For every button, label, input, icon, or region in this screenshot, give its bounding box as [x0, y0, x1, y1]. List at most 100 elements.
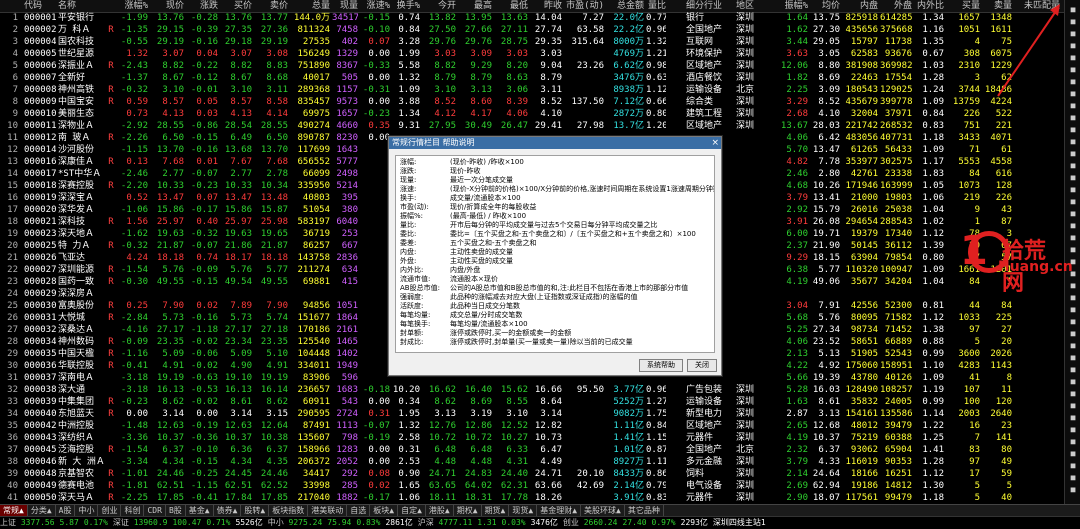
- toolbar-icon[interactable]: ■: [1068, 330, 1078, 338]
- column-header[interactable]: 卖价: [254, 0, 288, 12]
- column-header[interactable]: 换手%: [392, 0, 420, 12]
- toolbar-icon[interactable]: ■: [1068, 162, 1078, 170]
- toolbar-icon[interactable]: ■: [1068, 6, 1078, 14]
- toolbar-icon[interactable]: ■: [1068, 198, 1078, 206]
- column-header[interactable]: 涨幅%: [116, 0, 148, 12]
- column-header[interactable]: 总量: [290, 0, 330, 12]
- table-row[interactable]: 5 000006 深振业Ａ R -2.43 8.82 -0.22 8.82 8.83 751890…: [0, 60, 1064, 72]
- table-row[interactable]: 10 000011 深物业Ａ -2.92 28.55 -0.86 28.54 28.55 490…: [0, 120, 1064, 132]
- column-header[interactable]: 现量: [332, 0, 358, 12]
- toolbar-icon[interactable]: ■: [1068, 30, 1078, 38]
- toolbar-icon[interactable]: ■: [1068, 222, 1078, 230]
- toolbar-icon[interactable]: ■: [1068, 402, 1078, 410]
- table-row[interactable]: 1 000001 平安银行 -1.99 13.76 -0.28 13.76 13.77 144.…: [0, 12, 1064, 24]
- table-row[interactable]: 4 000005 世纪星源 1.32 3.07 0.04 3.07 3.08 156249 132…: [0, 48, 1064, 60]
- table-cell: 2.14亿: [613, 481, 644, 491]
- toolbar-icon[interactable]: ■: [1068, 126, 1078, 134]
- column-header[interactable]: 量比: [646, 0, 666, 12]
- column-header[interactable]: 振幅%: [776, 0, 808, 12]
- table-cell: 17340: [884, 229, 912, 239]
- toolbar-icon[interactable]: ■: [1068, 486, 1078, 494]
- toolbar-icon[interactable]: ■: [1068, 234, 1078, 242]
- column-header[interactable]: 最低: [494, 0, 528, 12]
- table-row[interactable]: 2 000002 万 科Ａ R -1.35 29.15 -0.39 27.35 27.36 811…: [0, 24, 1064, 36]
- toolbar-icon[interactable]: ■: [1068, 366, 1078, 374]
- toolbar-icon[interactable]: ■: [1068, 438, 1078, 446]
- toolbar-icon[interactable]: ■: [1068, 354, 1078, 362]
- column-header[interactable]: 均价: [810, 0, 840, 12]
- table-cell: 0.52: [126, 193, 148, 203]
- toolbar-icon[interactable]: ■: [1068, 318, 1078, 326]
- toolbar-icon[interactable]: ■: [1068, 462, 1078, 470]
- column-header[interactable]: 买量: [946, 0, 980, 12]
- toolbar-icon[interactable]: ■: [1068, 414, 1078, 422]
- toolbar-icon[interactable]: ■: [1068, 42, 1078, 50]
- help-term: 流通市值:: [400, 275, 431, 283]
- table-row[interactable]: 34 000040 东旭蓝天 R 0.00 3.14 0.00 3.14 3.15 290595 2…: [0, 408, 1064, 420]
- column-header[interactable]: 涨速%: [360, 0, 390, 12]
- toolbar-icon[interactable]: ■: [1068, 210, 1078, 218]
- toolbar-icon[interactable]: ■: [1068, 114, 1078, 122]
- table-cell: -0.16: [190, 313, 218, 323]
- table-row[interactable]: 7 000008 神州高铁 R -0.32 3.10 -0.01 3.10 3.11 289368…: [0, 84, 1064, 96]
- toolbar-icon[interactable]: ■: [1068, 138, 1078, 146]
- table-row[interactable]: 9 000010 美丽生态 0.73 4.13 0.03 4.13 4.14 69975 1657…: [0, 108, 1064, 120]
- close-button[interactable]: 关闭: [687, 359, 717, 372]
- table-row[interactable]: 33 000039 中集集团 R -0.23 8.62 -0.02 8.61 8.62 60911…: [0, 396, 1064, 408]
- column-header[interactable]: 最高: [458, 0, 492, 12]
- toolbar-icon[interactable]: ■: [1068, 186, 1078, 194]
- column-header[interactable]: 市盈(动): [564, 0, 604, 12]
- toolbar-icon[interactable]: ■: [1068, 426, 1078, 434]
- toolbar-icon[interactable]: ■: [1068, 306, 1078, 314]
- column-header[interactable]: 总金额: [606, 0, 644, 12]
- column-header[interactable]: [0, 0, 18, 12]
- column-header[interactable]: 昨收: [530, 0, 562, 12]
- table-cell: [106, 72, 116, 84]
- toolbar-icon[interactable]: ■: [1068, 102, 1078, 110]
- table-cell: 48012: [850, 421, 878, 431]
- column-header[interactable]: 买价: [220, 0, 252, 12]
- toolbar-icon[interactable]: ■: [1068, 450, 1078, 458]
- column-header[interactable]: 涨跌: [186, 0, 218, 12]
- table-row[interactable]: 41 000050 深天马Ａ R -2.25 17.85 -0.41 17.84 17.85 21…: [0, 492, 1064, 504]
- toolbar-icon[interactable]: ■: [1068, 54, 1078, 62]
- toolbar-icon[interactable]: ■: [1068, 282, 1078, 290]
- toolbar-icon[interactable]: ■: [1068, 90, 1078, 98]
- table-row[interactable]: 40 000049 德赛电池 R -1.81 62.51 -1.15 62.51 62.52 33…: [0, 480, 1064, 492]
- column-header[interactable]: 代码: [24, 0, 56, 12]
- column-header[interactable]: [106, 0, 116, 12]
- toolbar-icon[interactable]: ■: [1068, 342, 1078, 350]
- table-row[interactable]: 8 000009 中国宝安 R 0.59 8.57 0.05 8.57 8.58 835457 95…: [0, 96, 1064, 108]
- toolbar-icon[interactable]: ■: [1068, 18, 1078, 26]
- column-header[interactable]: 细分行业: [686, 0, 734, 12]
- column-header[interactable]: 外盘: [880, 0, 912, 12]
- table-row[interactable]: 35 000042 中洲控股 -1.48 12.63 -0.19 12.63 12.64 874…: [0, 420, 1064, 432]
- toolbar-icon[interactable]: ■: [1068, 246, 1078, 254]
- column-header[interactable]: 地区: [736, 0, 774, 12]
- column-header[interactable]: 名称: [58, 0, 104, 12]
- toolbar-icon[interactable]: ■: [1068, 474, 1078, 482]
- dialog-close-icon[interactable]: ×: [711, 137, 719, 149]
- toolbar-icon[interactable]: ■: [1068, 174, 1078, 182]
- table-row[interactable]: 39 000048 京基智农 R -1.01 24.46 -0.25 24.45 24.46 34…: [0, 468, 1064, 480]
- toolbar-icon[interactable]: ■: [1068, 66, 1078, 74]
- table-cell: 13.7亿: [613, 121, 644, 131]
- column-header[interactable]: 内外比: [914, 0, 944, 12]
- table-row[interactable]: 38 000046 新 大 洲Ａ -3.34 4.34 -0.15 4.34 4.35 2063…: [0, 456, 1064, 468]
- table-cell: [564, 84, 604, 96]
- table-row[interactable]: 3 000004 国农科技 -0.55 29.19 -0.16 29.18 29.19 2753…: [0, 36, 1064, 48]
- column-header[interactable]: 现价: [152, 0, 184, 12]
- table-row[interactable]: 6 000007 全新好 -1.37 8.67 -0.12 8.67 8.68 40017 505…: [0, 72, 1064, 84]
- toolbar-icon[interactable]: ■: [1068, 78, 1078, 86]
- table-row[interactable]: 32 000038 深大通 -3.18 16.13 -0.53 16.13 16.14 2366…: [0, 384, 1064, 396]
- toolbar-icon[interactable]: ■: [1068, 390, 1078, 398]
- column-header[interactable]: 今开: [422, 0, 456, 12]
- toolbar-icon[interactable]: ■: [1068, 378, 1078, 386]
- system-help-button[interactable]: 系统帮助: [639, 359, 683, 372]
- table-cell: -1.37: [120, 73, 148, 83]
- toolbar-icon[interactable]: ■: [1068, 294, 1078, 302]
- table-row[interactable]: 36 000043 深纺织Ａ -3.36 10.37 -0.36 10.37 10.38 135…: [0, 432, 1064, 444]
- table-row[interactable]: 37 000045 泛海控股 R -1.54 6.37 -0.10 6.36 6.37 15896…: [0, 444, 1064, 456]
- column-header[interactable]: 内盘: [842, 0, 878, 12]
- toolbar-icon[interactable]: ■: [1068, 150, 1078, 158]
